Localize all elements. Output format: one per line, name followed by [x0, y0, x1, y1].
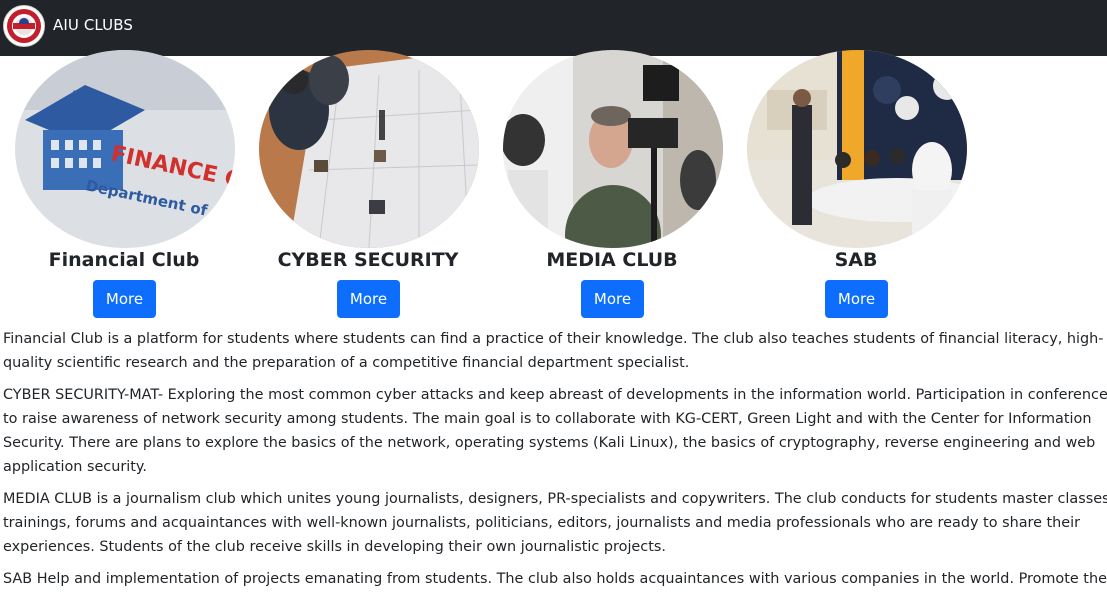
club-descriptions: Financial Club is a platform for student… [3, 327, 1107, 599]
cyber-security-description: CYBER SECURITY-MAT- Exploring the most c… [3, 387, 1107, 475]
sab-image [747, 50, 967, 248]
club-card-media: MEDIA CLUB More [488, 50, 732, 321]
cyber-security-image [259, 50, 479, 248]
financial-club-description: Financial Club is a platform for student… [3, 331, 1104, 371]
clubs-gallery: IAU FINANCE CLUB Department of finance F… [0, 50, 1107, 328]
more-button-financial[interactable]: More [93, 280, 156, 318]
finance-club-image: IAU FINANCE CLUB Department of finance [15, 50, 235, 248]
club-title: MEDIA CLUB [546, 249, 678, 271]
club-title: Financial Club [48, 249, 200, 271]
more-button-cyber-security[interactable]: More [337, 280, 400, 318]
more-button-sab[interactable]: More [825, 280, 888, 318]
brand-link[interactable]: AIU CLUBS [53, 16, 133, 34]
media-club-image [503, 50, 723, 248]
club-card-sab: SAB More [732, 50, 976, 321]
university-logo-icon[interactable] [3, 5, 45, 47]
sab-description: SAB Help and implementation of projects … [3, 571, 1107, 587]
club-title: SAB [834, 249, 878, 271]
more-button-media[interactable]: More [581, 280, 644, 318]
club-title: CYBER SECURITY [277, 249, 459, 271]
club-card-financial: IAU FINANCE CLUB Department of finance F… [0, 50, 244, 321]
media-club-description: MEDIA CLUB is a journalism club which un… [3, 491, 1107, 555]
club-card-cyber-security: CYBER SECURITY More [244, 50, 488, 321]
top-navbar: AIU CLUBS [0, 0, 1107, 56]
